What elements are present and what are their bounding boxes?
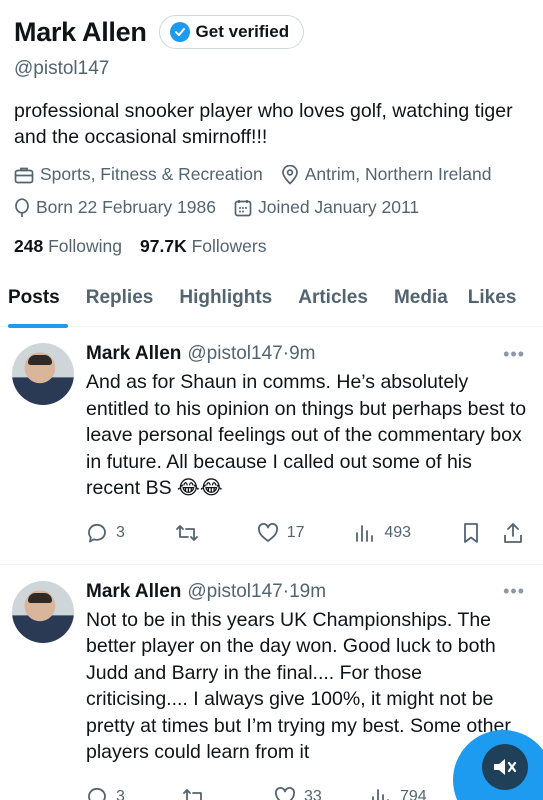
tweet-author-name[interactable]: Mark Allen	[86, 343, 181, 365]
heart-icon	[257, 522, 278, 542]
tab-likes[interactable]: Likes	[460, 283, 525, 327]
speaker-muted-icon	[494, 759, 517, 775]
profile-joined: Joined January 2011	[234, 197, 419, 218]
profile-category: Sports, Fitness & Recreation	[14, 164, 263, 185]
tab-articles[interactable]: Articles	[290, 283, 376, 327]
tweet-author-name[interactable]: Mark Allen	[86, 581, 181, 603]
reply-icon	[88, 787, 106, 800]
tweet[interactable]: Mark Allen @pistol147 · 9m ••• And as fo…	[0, 327, 543, 565]
birthdate-label: Born 22 February 1986	[36, 197, 216, 217]
reply-count: 3	[116, 523, 125, 541]
tab-media[interactable]: Media	[386, 283, 456, 327]
joined-label: Joined January 2011	[257, 197, 420, 217]
tweet-timestamp[interactable]: 9m	[289, 343, 315, 365]
following-count: 248	[14, 236, 44, 256]
reply-count: 3	[116, 787, 125, 800]
verified-badge-icon	[169, 22, 190, 42]
like-count: 33	[304, 787, 322, 800]
profile-name: Mark Allen	[14, 16, 147, 47]
profile-location: Antrim, Northern Ireland	[281, 164, 492, 185]
tab-replies[interactable]: Replies	[78, 283, 162, 327]
views-button[interactable]: 794	[370, 787, 427, 800]
balloon-icon	[15, 197, 29, 217]
view-count: 493	[384, 523, 412, 541]
like-button[interactable]: 17	[257, 522, 305, 543]
category-label: Sports, Fitness & Recreation	[40, 164, 263, 184]
profile-bio: professional snooker player who loves go…	[14, 100, 513, 148]
avatar[interactable]	[12, 343, 74, 405]
tweet-timestamp[interactable]: 19m	[289, 581, 326, 603]
profile-birthdate: Born 22 February 1986	[14, 197, 216, 218]
followers-link[interactable]: 97.7K Followers	[140, 236, 266, 257]
followers-label: Followers	[191, 236, 267, 256]
tab-posts[interactable]: Posts	[0, 283, 68, 328]
followers-count: 97.7K	[140, 236, 187, 256]
profile-header: Mark Allen Get verified @pistol147 profe…	[0, 0, 543, 257]
tab-highlights[interactable]: Highlights	[171, 283, 280, 327]
reply-button[interactable]: 3	[86, 786, 182, 800]
tweet-text: Not to be in this years UK Championships…	[86, 608, 511, 764]
share-icon[interactable]	[503, 522, 523, 544]
bookmark-icon[interactable]	[461, 522, 481, 544]
tweet-author-handle[interactable]: @pistol147	[187, 581, 282, 603]
tweet-text: And as for Shaun in comms. He’s absolute…	[86, 371, 527, 499]
view-count: 794	[400, 787, 427, 800]
reply-button[interactable]: 3	[86, 522, 125, 544]
following-link[interactable]: 248 Following	[14, 236, 122, 257]
reply-icon	[88, 523, 106, 542]
like-count: 17	[286, 523, 305, 541]
calendar-icon	[234, 199, 252, 216]
views-button[interactable]: 493	[354, 523, 411, 543]
briefcase-icon	[14, 167, 34, 183]
repost-button[interactable]	[175, 522, 207, 544]
get-verified-label: Get verified	[195, 22, 290, 41]
tweet-actions: 3 17 493	[86, 502, 529, 564]
more-options-icon[interactable]: •••	[503, 581, 525, 602]
location-pin-icon	[281, 164, 298, 185]
like-button[interactable]: 33	[274, 786, 370, 800]
profile-handle: @pistol147	[14, 58, 110, 79]
location-label: Antrim, Northern Ireland	[304, 164, 492, 184]
repost-icon	[175, 524, 198, 541]
bar-chart-icon	[372, 788, 389, 800]
following-label: Following	[48, 236, 123, 256]
avatar[interactable]	[12, 580, 74, 643]
repost-icon	[183, 788, 205, 800]
mute-button[interactable]	[482, 744, 528, 790]
heart-icon	[275, 786, 295, 800]
get-verified-button[interactable]: Get verified	[158, 15, 305, 49]
bar-chart-icon	[356, 524, 374, 542]
more-options-icon[interactable]: •••	[503, 344, 525, 365]
profile-tabs: Posts Replies Highlights Articles Media …	[0, 283, 543, 328]
tweet-author-handle[interactable]: @pistol147	[187, 343, 282, 365]
repost-button[interactable]	[182, 786, 274, 800]
